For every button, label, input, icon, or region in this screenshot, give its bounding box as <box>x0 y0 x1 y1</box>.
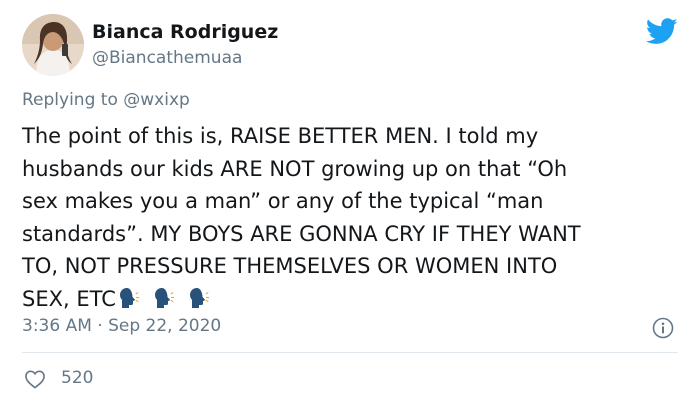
twitter-bird-icon[interactable] <box>646 18 678 45</box>
tweet-text: The point of this is, RAISE BETTER MEN. … <box>22 120 682 315</box>
speaking-head-emoji-icon <box>188 286 212 310</box>
tweet-card: Bianca Rodriguez @Biancathemuaa Replying… <box>0 0 700 407</box>
speaking-head-emoji-icon <box>118 286 142 310</box>
divider <box>22 352 678 353</box>
tweet-text-line: sex makes you a man” or any of the typic… <box>22 189 544 213</box>
author-handle[interactable]: @Biancathemuaa <box>92 48 242 68</box>
reply-mention-link[interactable]: @wxixp <box>123 90 190 110</box>
avatar[interactable] <box>22 14 84 76</box>
tweet-text-last-line: SEX, ETC <box>22 283 682 316</box>
tweet-text-line: standards”. MY BOYS ARE GONNA CRY IF THE… <box>22 221 581 246</box>
tweet-text-line: The point of this is, RAISE BETTER MEN. … <box>22 124 539 148</box>
tweet-timestamp[interactable]: 3:36 AM · Sep 22, 2020 <box>22 316 221 336</box>
reply-prefix: Replying to <box>22 90 124 110</box>
tweet-text-line: husbands our kids ARE NOT growing up on … <box>22 156 568 181</box>
reply-context: Replying to @wxixp <box>22 90 190 110</box>
author-name[interactable]: Bianca Rodriguez <box>92 21 278 43</box>
tweet-text-line: TO, NOT PRESSURE THEMSELVES OR WOMEN INT… <box>22 254 558 278</box>
speaking-head-emoji-icon <box>153 286 177 310</box>
like-count: 520 <box>61 368 94 388</box>
avatar-image <box>22 14 84 76</box>
info-icon[interactable] <box>652 317 674 339</box>
tweet-text-line: SEX, ETC <box>22 286 116 311</box>
heart-outline-icon[interactable] <box>24 369 46 389</box>
